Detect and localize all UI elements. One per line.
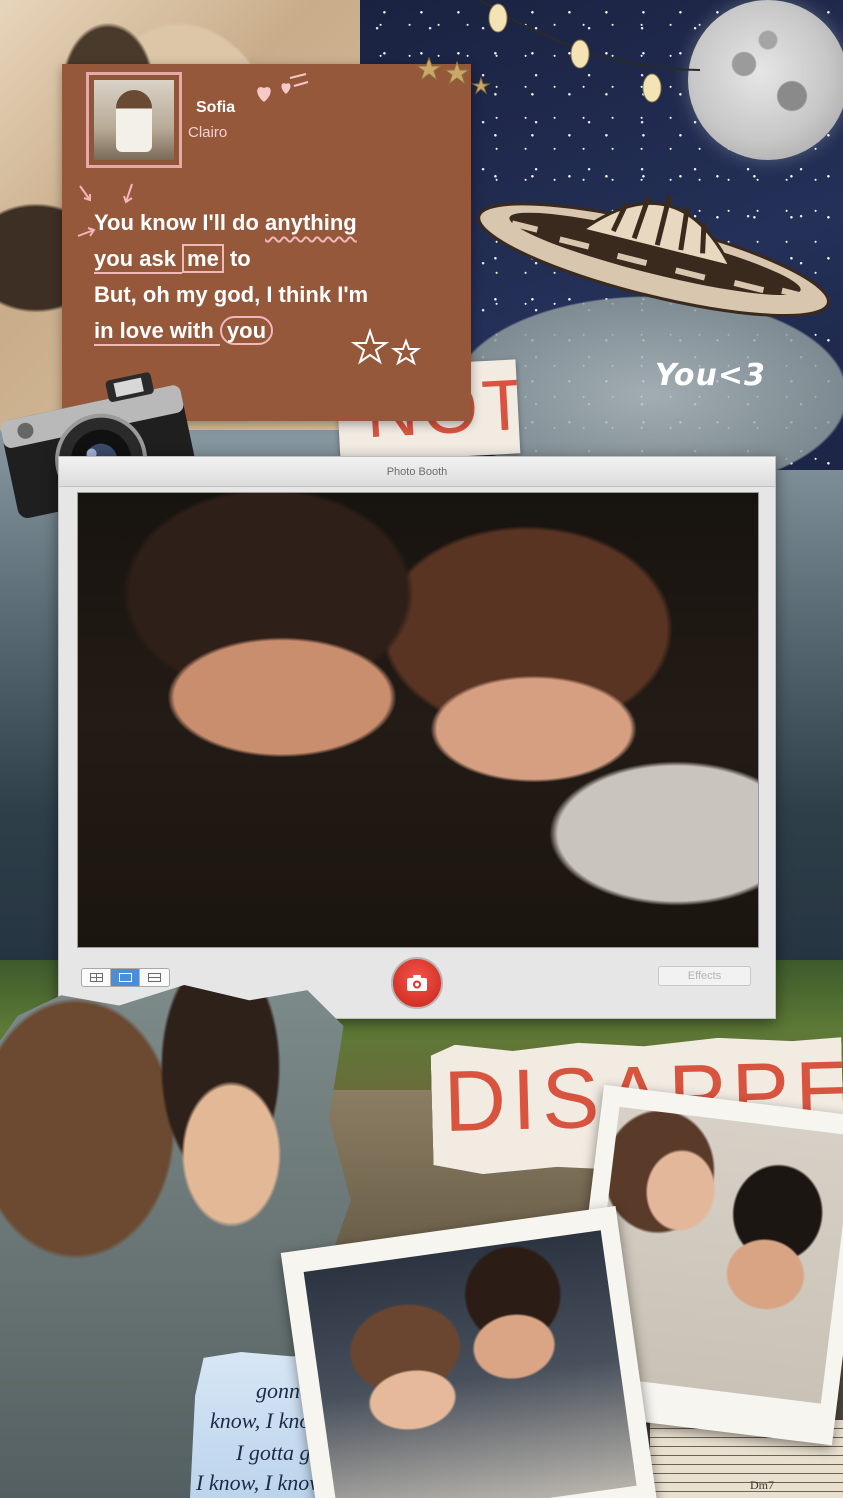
lyric-text: in love with — [94, 318, 220, 343]
effects-button[interactable]: Effects — [658, 966, 751, 986]
ufo-illustration — [477, 195, 830, 318]
lyric-line-2: you ask me to — [94, 244, 251, 273]
gold-stars-icon — [415, 56, 491, 95]
lyric-line-3: But, oh my god, I think I'm — [94, 282, 368, 308]
artist-name: Sofia — [196, 99, 236, 116]
lyric-text: But, oh my god, I think I'm — [94, 282, 369, 307]
filmstrip-view-button[interactable] — [140, 969, 169, 986]
lyric-line-1: You know I'll do anything — [94, 210, 357, 236]
single-view-icon — [118, 973, 132, 982]
album-art — [86, 72, 182, 168]
window-title-bar[interactable]: Photo Booth — [59, 457, 775, 487]
filmstrip-icon — [148, 973, 161, 982]
handwritten-line-4: I know, I know, — [196, 1470, 328, 1495]
single-view-button[interactable] — [111, 969, 140, 986]
lyric-emphasis: you — [219, 316, 274, 345]
you-heart-sticker: You<3 — [655, 358, 766, 393]
photo-booth-window: Photo Booth Effects — [58, 456, 776, 1019]
moon-image — [688, 0, 843, 160]
polaroid-photo-center — [280, 1205, 658, 1498]
doodle-stars-icon — [350, 327, 422, 366]
grid-icon — [89, 973, 103, 982]
lyric-emphasis: anything — [265, 210, 357, 235]
camera-icon — [407, 975, 427, 991]
grid-view-button[interactable] — [82, 969, 111, 986]
lyric-emphasis: me — [182, 244, 224, 273]
lyric-text: to — [223, 246, 251, 271]
polaroid-image — [303, 1230, 637, 1498]
lyric-text: you ask — [94, 246, 183, 271]
song-title: Clairo — [188, 124, 228, 141]
view-mode-switch — [81, 968, 170, 987]
window-title: Photo Booth — [386, 465, 448, 478]
take-photo-button[interactable] — [391, 957, 443, 1009]
lyric-text: You know I'll do — [94, 210, 266, 235]
hearts-icon — [257, 73, 309, 102]
effects-label: Effects — [687, 970, 722, 982]
chord-label: Dm7 — [750, 1478, 774, 1492]
string-lights-decoration — [479, 0, 701, 103]
lyric-line-4: in love with you — [94, 316, 274, 345]
camera-preview — [77, 492, 759, 948]
